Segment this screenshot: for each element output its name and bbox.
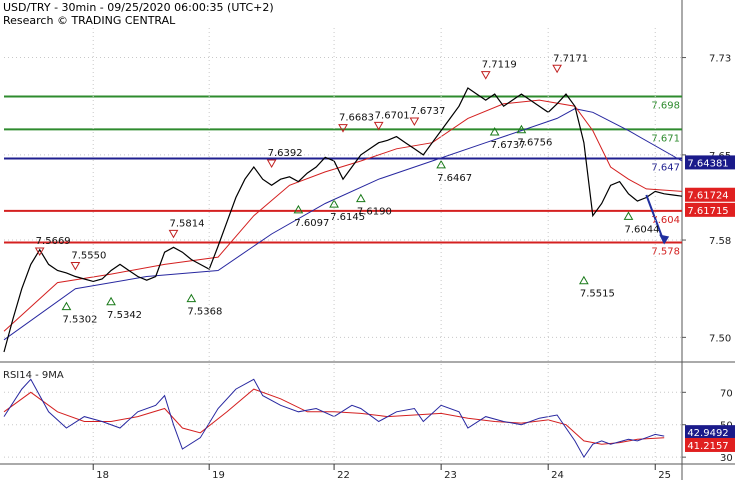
x-tick-label: 18 [96,470,109,480]
swing-low-label: 7.6756 [517,138,552,149]
rsi-tick-label: 70 [720,388,733,399]
swing-low-label: 7.6190 [357,207,392,218]
swing-low-marker [579,275,589,285]
price-badge-label: 7.61724 [687,191,728,202]
price-tick-label: 7.73 [709,54,731,65]
swing-high-label: 7.7119 [482,60,517,71]
chart-canvas: 7.507.587.657.737.6987.6717.6477.6047.57… [0,0,735,480]
swing-low-label: 7.6097 [294,218,329,229]
swing-low-label: 7.5368 [187,307,222,318]
swing-low-marker [186,293,197,303]
ma-blue-line [3,108,683,341]
swing-high-label: 7.7171 [553,53,588,64]
swing-low-marker [61,301,72,311]
rsi-tick-label: 30 [720,453,733,464]
swing-low-label: 7.5515 [580,289,615,300]
swing-high-label: 7.6683 [339,113,374,124]
indicator-title: RSI14 - 9MA [3,370,64,381]
swing-high-marker [409,117,420,127]
x-tick-label: 22 [337,470,350,480]
swing-low-label: 7.6467 [437,173,472,184]
price-tick-label: 7.58 [709,236,731,247]
x-tick-label: 24 [551,470,564,480]
rsi-badge-label: 42.9492 [687,428,728,439]
swing-high-label: 7.6737 [410,106,445,117]
price-tick-label: 7.50 [709,333,731,344]
swing-high-label: 7.5814 [170,218,205,229]
rsi-badge-label: 41.2157 [687,441,728,452]
price-badge-label: 7.64381 [687,158,728,169]
swing-high-label: 7.6392 [268,148,303,159]
swing-high-marker [168,229,179,239]
swing-high-marker [552,64,562,74]
swing-high-marker [70,261,81,271]
swing-high-marker [480,71,491,80]
rsi-panel: RSI14 - 9MA30507042.949241.2157 [3,370,735,464]
swing-high-label: 7.6701 [375,110,410,121]
swing-high-label: 7.5669 [36,236,71,247]
price-badge-label: 7.61715 [687,206,728,217]
x-tick-label: 25 [658,470,671,480]
swing-low-marker [106,296,116,306]
swing-low-label: 7.5302 [62,315,97,326]
rsi-line [3,378,665,459]
level-label: 7.698 [651,100,680,111]
swing-high-marker [338,124,348,133]
price-panel: 7.507.587.657.737.6987.6717.6477.6047.57… [0,0,735,480]
swing-high-label: 7.5550 [71,250,106,261]
x-tick-label: 19 [212,470,225,480]
swing-high-marker [266,159,277,169]
chart-subtitle: Research © TRADING CENTRAL [3,14,176,27]
swing-low-label: 7.6044 [624,224,659,235]
swing-low-marker [623,211,634,220]
x-tick-label: 23 [444,470,457,480]
swing-low-marker [293,204,304,214]
level-label: 7.671 [651,133,680,144]
swing-low-marker [355,193,366,203]
chart-title: USD/TRY - 30min - 09/25/2020 06:00:35 (U… [3,1,274,14]
swing-low-label: 7.5342 [107,310,142,321]
